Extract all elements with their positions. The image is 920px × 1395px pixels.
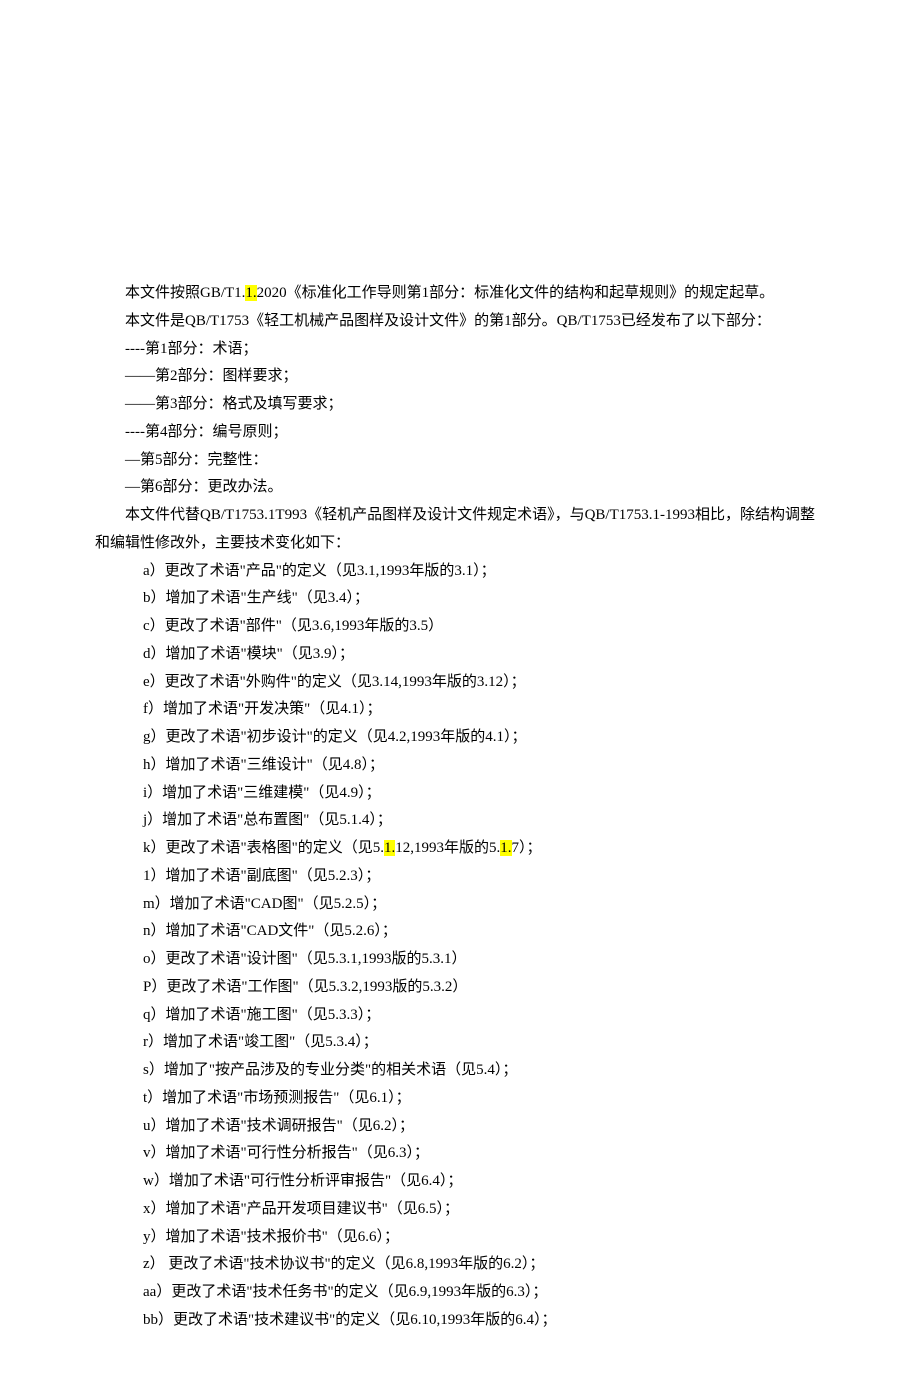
change-item: b）增加了术语"生产线"（见3.4）；	[95, 585, 825, 613]
change-item: m）增加了术语"CAD图"（见5.2.5）；	[95, 891, 825, 919]
text: k）更改了术语"表格图"的定义（见5.	[143, 840, 384, 856]
change-item: z） 更改了术语"技术协议书"的定义（见6.8,1993年版的6.2）；	[95, 1251, 825, 1279]
change-item: v）增加了术语"可行性分析报告"（见6.3）；	[95, 1140, 825, 1168]
change-item: c）更改了术语"部件"（见3.6,1993年版的3.5）	[95, 613, 825, 641]
part-item: —第6部分：更改办法。	[95, 474, 825, 502]
change-item: u）增加了术语"技术调研报告"（见6.2）；	[95, 1113, 825, 1141]
intro-para-3: 本文件代替QB/T1753.1T993《轻机产品图样及设计文件规定术语》，与QB…	[95, 502, 825, 558]
intro-para-2: 本文件是QB/T1753《轻工机械产品图样及设计文件》的第1部分。QB/T175…	[95, 308, 825, 336]
change-item: t）增加了术语"市场预测报告"（见6.1）；	[95, 1085, 825, 1113]
part-item: ——第3部分：格式及填写要求；	[95, 391, 825, 419]
change-item: d）增加了术语"模块"（见3.9）；	[95, 641, 825, 669]
highlight: 1.	[384, 840, 395, 856]
part-item: ----第1部分：术语；	[95, 336, 825, 364]
highlight: 1.	[245, 285, 256, 301]
text: 12,1993年版的5.	[395, 840, 500, 856]
change-item: 1）增加了术语"副底图"（见5.2.3）；	[95, 863, 825, 891]
change-item: aa）更改了术语"技术任务书"的定义（见6.9,1993年版的6.3）；	[95, 1279, 825, 1307]
change-item: x）增加了术语"产品开发项目建议书"（见6.5）；	[95, 1196, 825, 1224]
highlight: 1.	[500, 840, 511, 856]
change-item: r）增加了术语"竣工图"（见5.3.4）；	[95, 1029, 825, 1057]
text: 7）；	[512, 840, 542, 856]
change-item: w）增加了术语"可行性分析评审报告"（见6.4）；	[95, 1168, 825, 1196]
change-item: s）增加了"按产品涉及的专业分类"的相关术语（见5.4）；	[95, 1057, 825, 1085]
change-item: j）增加了术语"总布置图"（见5.1.4）；	[95, 807, 825, 835]
text: 2020《标准化工作导则第1部分：标准化文件的结构和起草规则》的规定起草。	[257, 285, 775, 301]
text: 本文件按照GB/T1.	[125, 285, 245, 301]
change-item: a）更改了术语"产品"的定义（见3.1,1993年版的3.1）；	[95, 558, 825, 586]
change-item: i）增加了术语"三维建模"（见4.9）；	[95, 780, 825, 808]
change-item: bb）更改了术语"技术建议书"的定义（见6.10,1993年版的6.4）；	[95, 1307, 825, 1335]
change-item: o）更改了术语"设计图"（见5.3.1,1993版的5.3.1）	[95, 946, 825, 974]
document-page: 本文件按照GB/T1.1.2020《标准化工作导则第1部分：标准化文件的结构和起…	[0, 0, 920, 1395]
change-item: h）增加了术语"三维设计"（见4.8）；	[95, 752, 825, 780]
part-item: —第5部分：完整性：	[95, 447, 825, 475]
change-item: f）增加了术语"开发决策"（见4.1）；	[95, 696, 825, 724]
change-item: q）增加了术语"施工图"（见5.3.3）；	[95, 1002, 825, 1030]
part-item: ——第2部分：图样要求；	[95, 363, 825, 391]
part-item: ----第4部分：编号原则；	[95, 419, 825, 447]
change-item-k: k）更改了术语"表格图"的定义（见5.1.12,1993年版的5.1.7）；	[95, 835, 825, 863]
change-item: g）更改了术语"初步设计"的定义（见4.2,1993年版的4.1）；	[95, 724, 825, 752]
change-item: P）更改了术语"工作图"（见5.3.2,1993版的5.3.2）	[95, 974, 825, 1002]
change-item: n）增加了术语"CAD文件"（见5.2.6）；	[95, 918, 825, 946]
change-item: y）增加了术语"技术报价书"（见6.6）；	[95, 1224, 825, 1252]
change-item: e）更改了术语"外购件"的定义（见3.14,1993年版的3.12）；	[95, 669, 825, 697]
intro-para-1: 本文件按照GB/T1.1.2020《标准化工作导则第1部分：标准化文件的结构和起…	[95, 280, 825, 308]
